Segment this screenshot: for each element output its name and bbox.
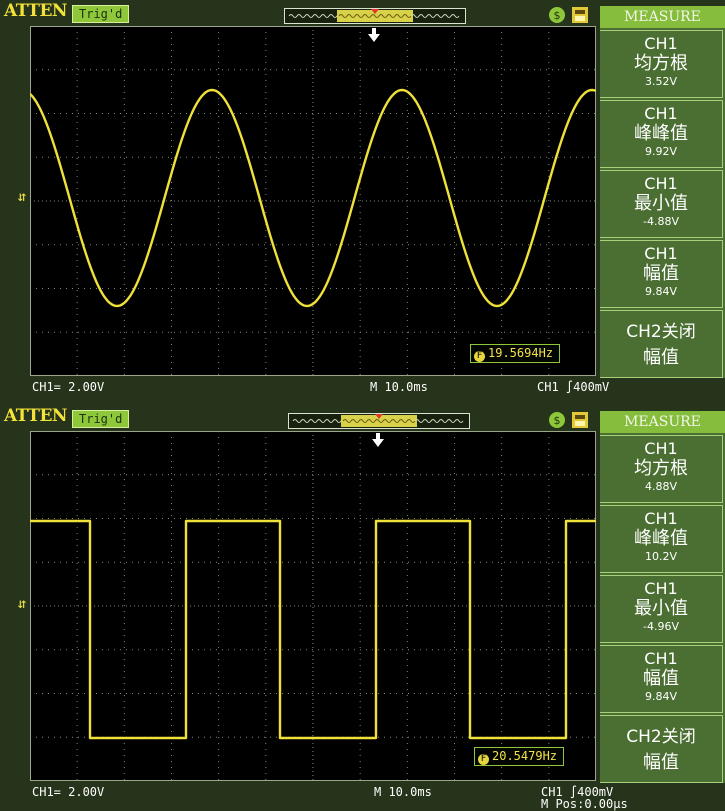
measure-menu-title: MEASURE <box>600 411 725 433</box>
brand-logo: ATTEN <box>4 1 67 21</box>
measure-item-2[interactable]: CH1 峰峰值 9.92V <box>600 100 723 168</box>
ch1-scale: CH1= 2.00V <box>32 785 105 799</box>
storage-icon: $ <box>548 6 566 24</box>
status-icons: $ <box>548 6 594 24</box>
timebase: M 10.0ms <box>370 380 428 394</box>
frequency-readout: F 20.5479Hz <box>474 747 565 766</box>
svg-text:$: $ <box>554 9 561 22</box>
measure-item-4[interactable]: CH1 幅值 9.84V <box>600 645 723 713</box>
waveform-display <box>30 26 596 376</box>
storage-icon: $ <box>548 411 566 429</box>
printer-icon <box>570 6 588 24</box>
info-bar: CH1= 2.00V M 10.0ms CH1 ∫400mV M Pos:0.0… <box>0 783 628 811</box>
brand-logo: ATTEN <box>4 406 67 426</box>
measure-item-1[interactable]: CH1 均方根 3.52V <box>600 30 723 98</box>
oscilloscope-panel-bottom: ATTEN Trig'd $ ⇵ F 20.5479Hz MEASURE CH1… <box>0 405 725 811</box>
mpos: M Pos:0.00μs <box>541 797 628 811</box>
ch1-trace <box>30 519 596 740</box>
memory-position-bar[interactable] <box>284 8 466 24</box>
frequency-icon: F <box>478 754 489 765</box>
measure-item-3[interactable]: CH1 最小值 -4.96V <box>600 575 723 643</box>
timebase: M 10.0ms <box>374 785 432 799</box>
measure-item-3[interactable]: CH1 最小值 -4.88V <box>600 170 723 238</box>
status-bar: ATTEN Trig'd $ <box>0 0 600 26</box>
measure-item-5[interactable]: CH2关闭 幅值 <box>600 310 723 378</box>
measure-item-5[interactable]: CH2关闭 幅值 <box>600 715 723 783</box>
waveform-display <box>30 431 596 781</box>
frequency-readout: F 19.5694Hz <box>470 344 561 363</box>
trigger-status-badge: Trig'd <box>72 410 130 428</box>
svg-text:⇵: ⇵ <box>18 189 26 205</box>
measure-menu-title: MEASURE <box>600 6 725 28</box>
printer-icon <box>570 411 588 429</box>
oscilloscope-panel-top: ATTEN Trig'd $ ⇵ F 19.5694Hz MEASURE CH1… <box>0 0 725 405</box>
trigger-position-marker <box>367 28 381 44</box>
memory-position-bar[interactable] <box>288 413 470 429</box>
trigger-level-marker: ⇵ <box>14 593 30 613</box>
svg-text:$: $ <box>554 414 561 427</box>
status-icons: $ <box>548 411 594 429</box>
frequency-icon: F <box>474 351 485 362</box>
measure-menu: MEASURE CH1 均方根 3.52V CH1 峰峰值 9.92V CH1 … <box>600 6 725 378</box>
measure-item-2[interactable]: CH1 峰峰值 10.2V <box>600 505 723 573</box>
status-bar: ATTEN Trig'd $ <box>0 405 600 431</box>
trigger-position-marker <box>371 433 385 449</box>
measure-item-4[interactable]: CH1 幅值 9.84V <box>600 240 723 308</box>
info-bar: CH1= 2.00V M 10.0ms CH1 ∫400mV <box>0 378 609 405</box>
measure-item-1[interactable]: CH1 均方根 4.88V <box>600 435 723 503</box>
svg-text:⇵: ⇵ <box>18 596 26 612</box>
graticule <box>30 26 596 376</box>
trigger-status-badge: Trig'd <box>72 5 130 23</box>
ch1-scale: CH1= 2.00V <box>32 380 105 394</box>
graticule <box>30 431 596 781</box>
trigger-level-marker: ⇵ <box>14 186 30 206</box>
trigger-level: CH1 ∫400mV <box>537 380 610 394</box>
measure-menu: MEASURE CH1 均方根 4.88V CH1 峰峰值 10.2V CH1 … <box>600 411 725 783</box>
